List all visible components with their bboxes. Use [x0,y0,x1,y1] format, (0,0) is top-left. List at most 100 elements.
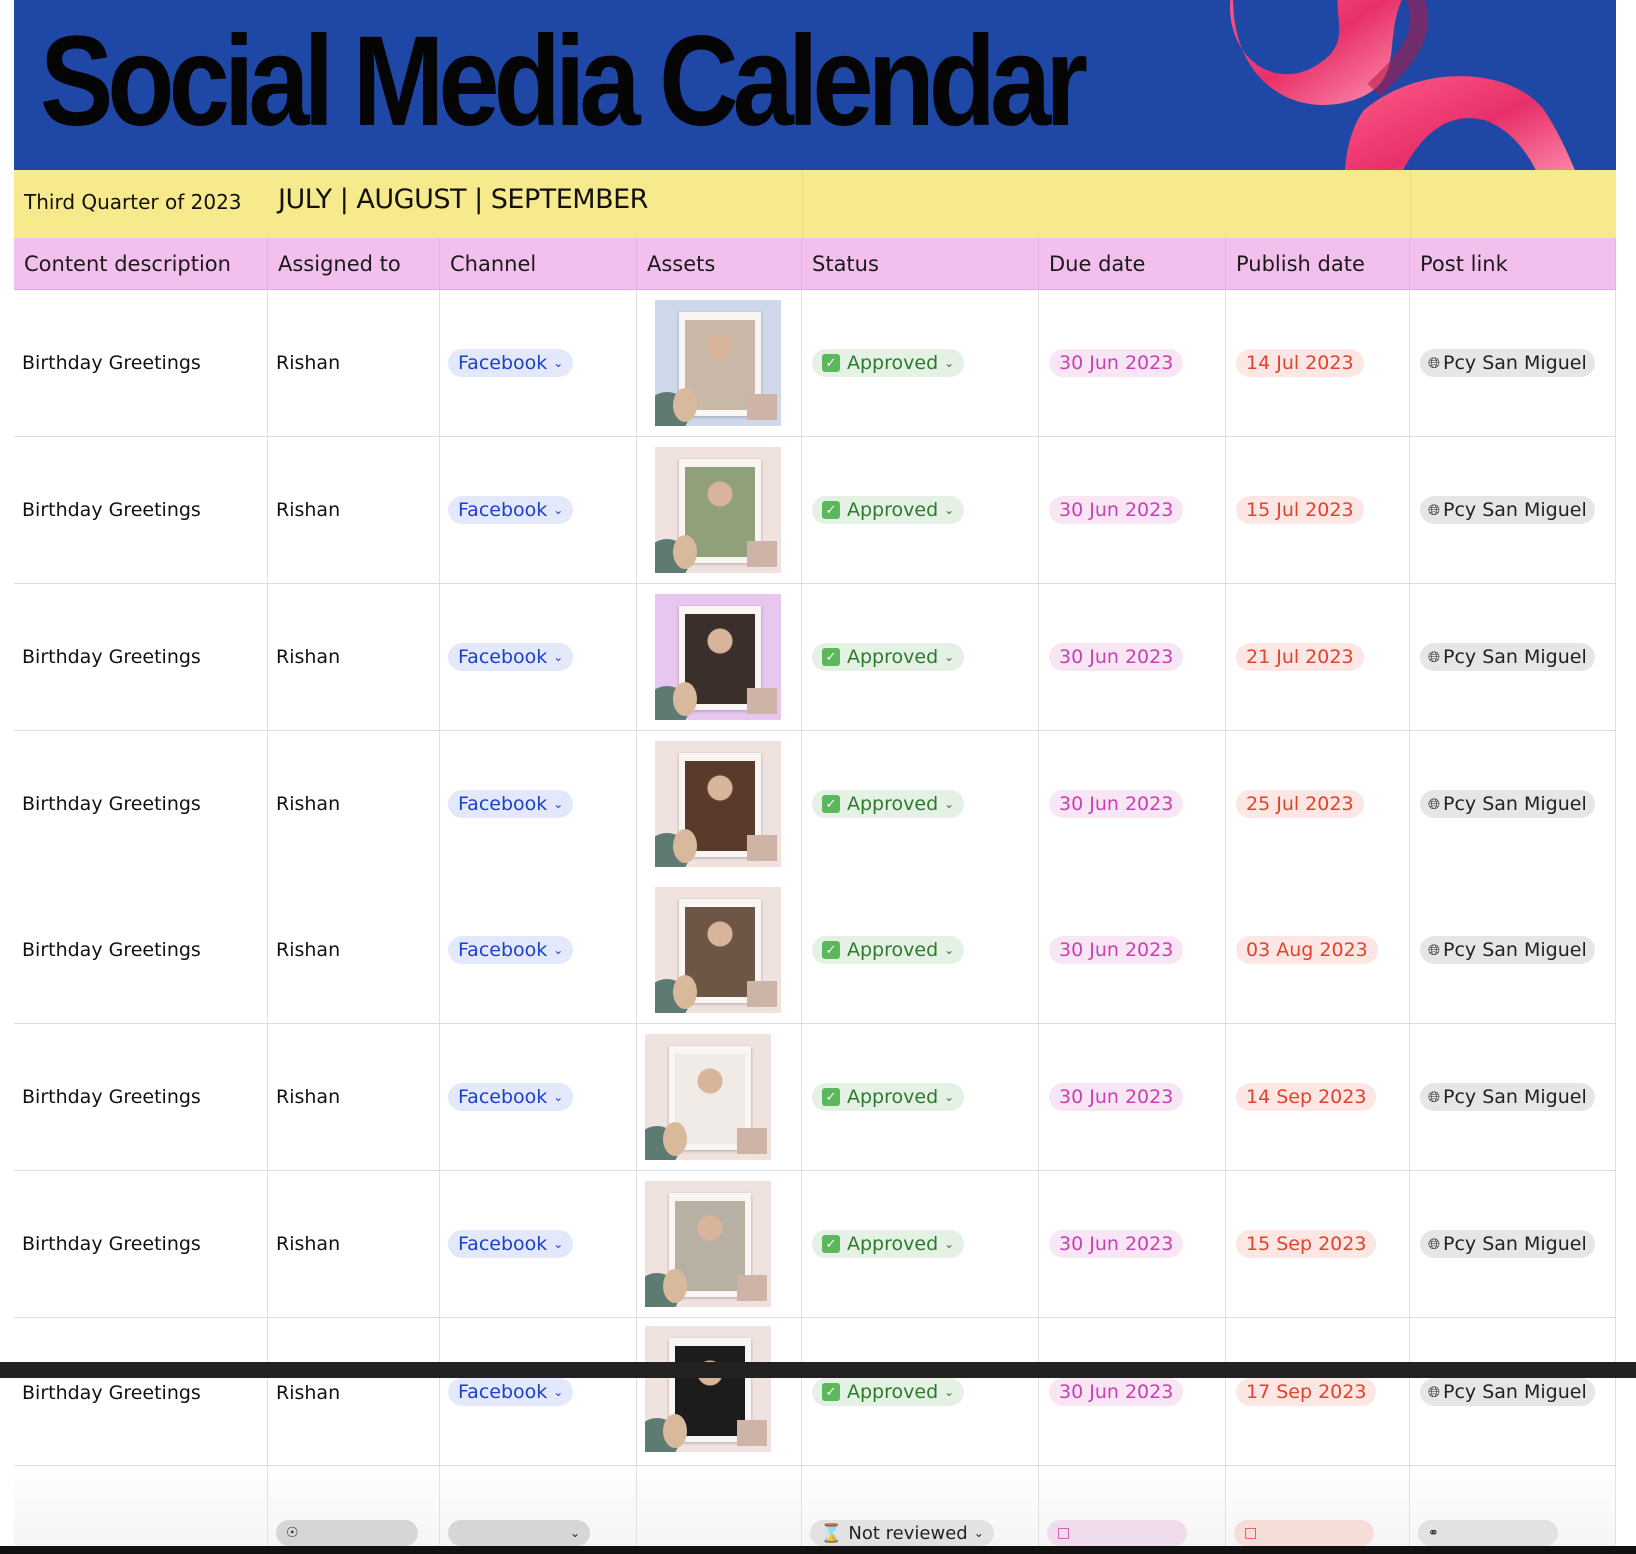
post-link-input[interactable]: ⚭ [1418,1520,1558,1546]
new-row[interactable]: ☉ ⌄ ⌛ Not reviewed ⌄ □ □ ⚭ [14,1466,1616,1546]
cell-assigned-to[interactable]: Rishan [268,731,440,877]
publish-date[interactable]: 14 Sep 2023 [1236,1083,1377,1111]
column-header-content-description[interactable]: Content description [14,238,268,290]
status-select[interactable]: ⌛ Not reviewed ⌄ [810,1520,994,1546]
publish-date[interactable]: 15 Sep 2023 [1236,1230,1377,1258]
table-row[interactable]: Birthday Greetings Rishan Facebook ⌄ ✓ Approv… [14,290,1616,437]
status-select[interactable]: ✓ Approved ⌄ [812,349,965,377]
post-link[interactable]: 🌐︎ Pcy San Miguel [1420,496,1595,524]
cell-post-link: 🌐︎ Pcy San Miguel [1410,877,1616,1023]
check-icon: ✓ [822,1235,840,1253]
due-date[interactable]: 30 Jun 2023 [1049,1083,1184,1111]
cell-status: ✓ Approved ⌄ [802,290,1039,436]
asset-thumbnail[interactable] [645,1034,771,1160]
cell-assigned-to[interactable]: Rishan [268,584,440,730]
channel-select[interactable]: Facebook ⌄ [448,349,574,377]
due-date[interactable]: 30 Jun 2023 [1049,1378,1184,1406]
assignee-picker[interactable]: ☉ [276,1520,418,1546]
publish-date[interactable]: 14 Jul 2023 [1236,349,1364,377]
cell-assigned-to[interactable]: Rishan [268,437,440,583]
cell-assigned-to[interactable]: Rishan [268,877,440,1023]
channel-select[interactable]: Facebook ⌄ [448,643,574,671]
column-header-status[interactable]: Status [802,238,1039,290]
column-header-channel[interactable]: Channel [440,238,637,290]
cell-publish-date: 21 Jul 2023 [1226,584,1410,730]
publish-date[interactable]: 17 Sep 2023 [1236,1378,1377,1406]
post-link[interactable]: 🌐︎ Pcy San Miguel [1420,1230,1595,1258]
publish-date[interactable]: 15 Jul 2023 [1236,496,1364,524]
column-header-due-date[interactable]: Due date [1039,238,1226,290]
column-header-publish-date[interactable]: Publish date [1226,238,1410,290]
publish-date[interactable]: 03 Aug 2023 [1236,936,1378,964]
status-select[interactable]: ✓ Approved ⌄ [812,1230,965,1258]
post-link[interactable]: 🌐︎ Pcy San Miguel [1420,1378,1595,1406]
cell-content-description[interactable]: Birthday Greetings [14,1024,268,1170]
cell-content-description[interactable]: Birthday Greetings [14,877,268,1023]
due-date-picker[interactable]: □ [1047,1520,1187,1546]
publish-date-picker[interactable]: □ [1234,1520,1374,1546]
channel-select[interactable]: Facebook ⌄ [448,496,574,524]
status-select[interactable]: ✓ Approved ⌄ [812,643,965,671]
table-row[interactable]: Birthday Greetings Rishan Facebook ⌄ ✓ Approv… [14,877,1616,1024]
status-select[interactable]: ✓ Approved ⌄ [812,1083,965,1111]
channel-select[interactable]: Facebook ⌄ [448,936,574,964]
cell-publish-date: 03 Aug 2023 [1226,877,1410,1023]
asset-thumbnail[interactable] [645,1326,771,1452]
due-date[interactable]: 30 Jun 2023 [1049,936,1184,964]
cell-assigned-to[interactable]: Rishan [268,1171,440,1317]
cell-content-description[interactable]: Birthday Greetings [14,1171,268,1317]
cell-content-description[interactable]: Birthday Greetings [14,731,268,877]
asset-thumbnail[interactable] [645,1181,771,1307]
table-row[interactable]: Birthday Greetings Rishan Facebook ⌄ ✓ Approv… [14,437,1616,584]
due-date[interactable]: 30 Jun 2023 [1049,496,1184,524]
cell-content-description[interactable]: Birthday Greetings [14,584,268,730]
chevron-down-icon: ⌄ [553,1090,564,1104]
table-row[interactable]: Birthday Greetings Rishan Facebook ⌄ ✓ Approv… [14,1024,1616,1171]
publish-date[interactable]: 21 Jul 2023 [1236,643,1364,671]
content-description: Birthday Greetings [22,352,201,374]
due-date[interactable]: 30 Jun 2023 [1049,790,1184,818]
cell-content-description[interactable]: Birthday Greetings [14,437,268,583]
cell-channel: Facebook ⌄ [440,877,637,1023]
post-link[interactable]: 🌐︎ Pcy San Miguel [1420,936,1595,964]
status-select[interactable]: ✓ Approved ⌄ [812,496,965,524]
cell-assigned-to[interactable]: Rishan [268,1024,440,1170]
column-header-post-link[interactable]: Post link [1410,238,1616,290]
post-link[interactable]: 🌐︎ Pcy San Miguel [1420,790,1595,818]
column-header-assets[interactable]: Assets [637,238,802,290]
channel-select[interactable]: Facebook ⌄ [448,1083,574,1111]
globe-icon: 🌐︎ [1428,1235,1441,1253]
due-date[interactable]: 30 Jun 2023 [1049,349,1184,377]
table-row[interactable]: Birthday Greetings Rishan Facebook ⌄ ✓ Approv… [14,1318,1616,1466]
cell-channel: Facebook ⌄ [440,731,637,877]
due-date[interactable]: 30 Jun 2023 [1049,643,1184,671]
post-link[interactable]: 🌐︎ Pcy San Miguel [1420,349,1595,377]
cell-assigned-to[interactable]: Rishan [268,1318,440,1465]
status-select[interactable]: ✓ Approved ⌄ [812,936,965,964]
channel-select[interactable]: Facebook ⌄ [448,1230,574,1258]
table-row[interactable]: Birthday Greetings Rishan Facebook ⌄ ✓ Approv… [14,731,1616,878]
post-link[interactable]: 🌐︎ Pcy San Miguel [1420,1083,1595,1111]
table-row[interactable]: Birthday Greetings Rishan Facebook ⌄ ✓ Approv… [14,584,1616,731]
assignee-name: Rishan [276,1086,341,1108]
channel-select[interactable]: Facebook ⌄ [448,1378,574,1406]
publish-date[interactable]: 25 Jul 2023 [1236,790,1364,818]
cell-assigned-to[interactable]: Rishan [268,290,440,436]
asset-thumbnail[interactable] [655,887,781,1013]
asset-thumbnail[interactable] [655,741,781,867]
channel-select[interactable]: Facebook ⌄ [448,790,574,818]
status-select[interactable]: ✓ Approved ⌄ [812,1378,965,1406]
cell-content-description[interactable]: Birthday Greetings [14,1318,268,1465]
post-link[interactable]: 🌐︎ Pcy San Miguel [1420,643,1595,671]
asset-thumbnail[interactable] [655,447,781,573]
channel-label: Facebook [458,352,548,374]
due-date[interactable]: 30 Jun 2023 [1049,1230,1184,1258]
cell-content-description[interactable]: Birthday Greetings [14,290,268,436]
channel-select[interactable]: ⌄ [448,1520,590,1546]
table-row[interactable]: Birthday Greetings Rishan Facebook ⌄ ✓ Approv… [14,1171,1616,1318]
column-header-assigned-to[interactable]: Assigned to [268,238,440,290]
status-select[interactable]: ✓ Approved ⌄ [812,790,965,818]
asset-thumbnail[interactable] [655,300,781,426]
chevron-down-icon: ⌄ [553,797,564,811]
asset-thumbnail[interactable] [655,594,781,720]
